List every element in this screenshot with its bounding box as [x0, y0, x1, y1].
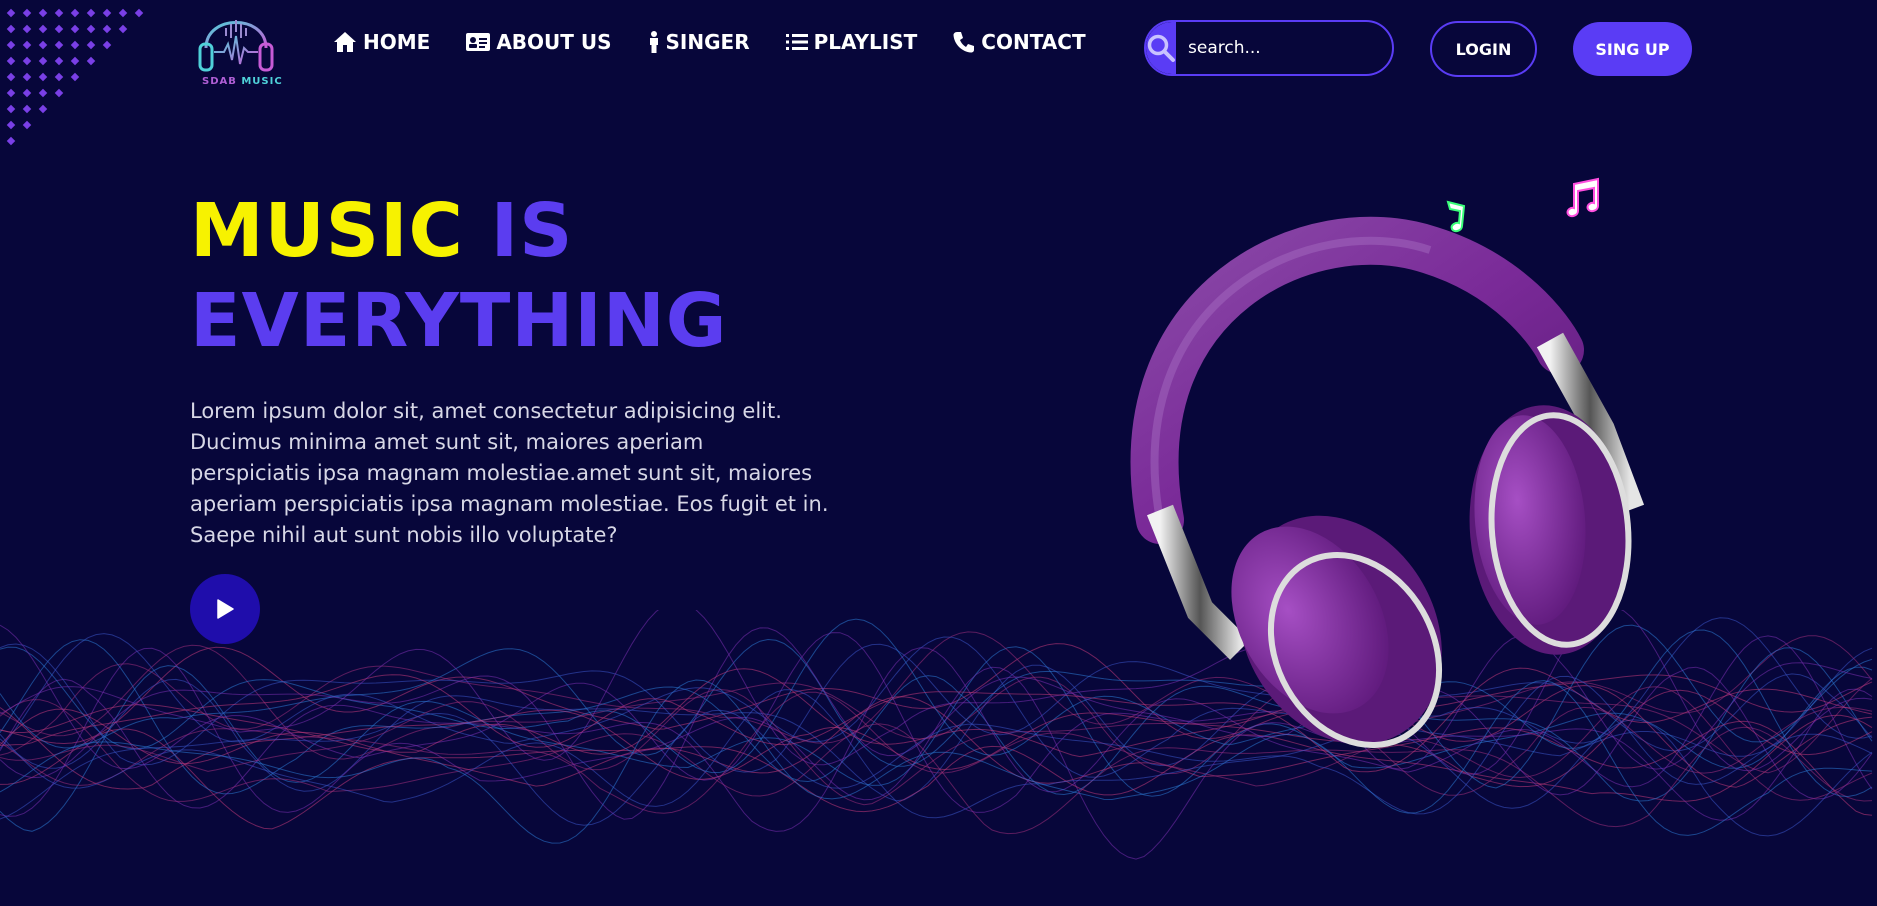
nav-item-singer[interactable]: SINGER	[648, 30, 750, 54]
signup-button[interactable]: SING UP	[1573, 22, 1692, 76]
search-icon	[1147, 34, 1175, 62]
headphones-image	[1130, 216, 1645, 748]
hero-title-word-2: IS	[490, 188, 574, 274]
nav-item-home[interactable]: HOME	[333, 30, 430, 54]
hero-title-word-1: MUSIC	[190, 188, 464, 274]
search-box	[1144, 20, 1394, 76]
id-card-icon	[466, 33, 491, 51]
logo-text-part1: SDAB	[202, 76, 237, 87]
nav-item-label: CONTACT	[981, 30, 1086, 54]
nav-item-about-us[interactable]: ABOUT US	[466, 30, 612, 54]
hero-title: MUSIC IS EVERYTHING	[190, 186, 728, 366]
nav-item-label: HOME	[363, 30, 431, 54]
nav-item-label: PLAYLIST	[813, 30, 918, 54]
nav-item-playlist[interactable]: PLAYLIST	[785, 30, 918, 54]
search-button[interactable]	[1146, 22, 1176, 74]
nav-item-contact[interactable]: CONTACT	[953, 30, 1086, 54]
list-icon	[785, 34, 808, 50]
hero-description: Lorem ipsum dolor sit, amet consectetur …	[190, 399, 829, 547]
logo-text-part2: MUSIC	[241, 76, 283, 87]
phone-icon	[953, 32, 975, 53]
dot-pattern-decoration	[6, 8, 144, 146]
nav-item-label: ABOUT US	[496, 30, 612, 54]
home-icon	[334, 32, 356, 52]
logo-text: SDAB MUSIC	[202, 76, 283, 87]
login-button[interactable]: LOGIN	[1430, 21, 1537, 77]
nav-item-label: SINGER	[665, 30, 750, 54]
person-icon	[649, 31, 658, 53]
main-nav: HOME ABOUT US SINGER PLAYLIST CONTACT	[333, 30, 1086, 54]
search-input[interactable]	[1176, 22, 1392, 74]
music-note-green-icon	[1446, 200, 1466, 233]
music-note-pink-icon	[1566, 177, 1599, 218]
hero-title-line-2: EVERYTHING	[190, 278, 728, 364]
